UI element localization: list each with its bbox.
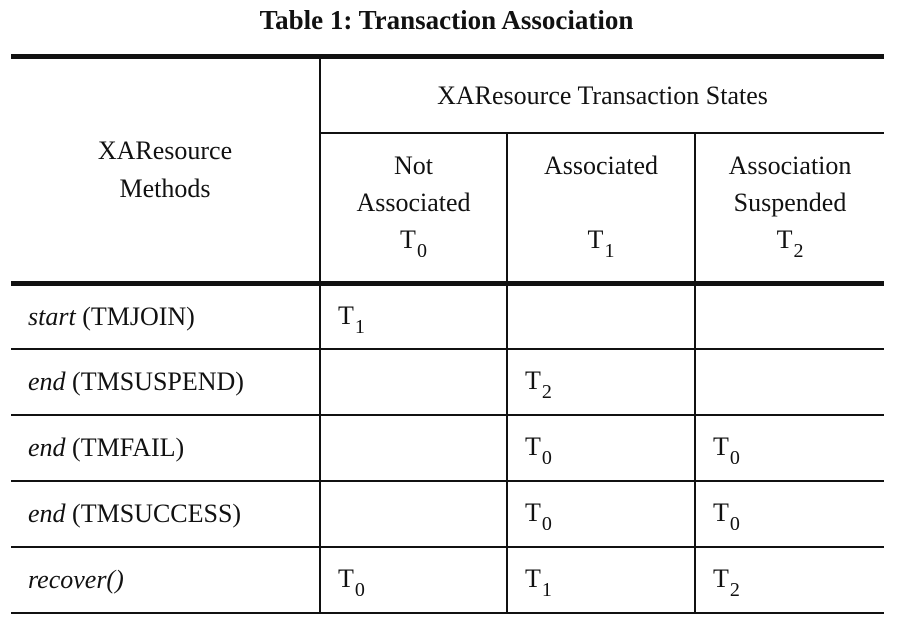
table-row: recover() T0 T1 T2 (11, 546, 885, 613)
method-cell: recover() (11, 546, 321, 613)
table-row: start (TMJOIN) T1 (11, 283, 884, 349)
cell-symbol: T0 (338, 564, 365, 601)
method-name: recover() (28, 565, 124, 594)
state-header-line2 (508, 184, 694, 221)
state-cell: T0 (695, 414, 885, 481)
method-cell: start (TMJOIN) (11, 283, 321, 349)
method-name: end (28, 433, 66, 462)
cell-symbol: T2 (525, 366, 552, 403)
state-cell: T1 (507, 546, 696, 613)
cell-symbol: T1 (525, 564, 552, 601)
state-cell (320, 348, 508, 415)
cell-symbol: T0 (713, 432, 740, 469)
cell-symbol-subscript: 0 (729, 447, 740, 469)
method-cell: end (TMSUSPEND) (11, 348, 321, 415)
state-header-not-associated: Not Associated T0 (320, 133, 508, 286)
method-cell: end (TMSUCCESS) (11, 480, 321, 547)
state-header-line2: Suspended (733, 188, 847, 217)
cell-symbol (713, 301, 714, 333)
cell-symbol (713, 366, 714, 398)
method-arg: (TMSUSPEND) (72, 367, 244, 396)
cell-symbol-subscript: 0 (541, 447, 552, 469)
cell-symbol-letter: T (525, 366, 541, 395)
cell-symbol: T1 (338, 300, 365, 338)
state-symbol-subscript: 1 (604, 240, 615, 262)
methods-column-header: XAResource Methods (11, 56, 321, 286)
cell-symbol-letter: T (338, 564, 354, 593)
table-row: end (TMSUSPEND) T2 (11, 348, 885, 415)
state-cell (507, 283, 696, 349)
cell-symbol-letter: T (713, 432, 729, 461)
cell-symbol: T0 (525, 432, 552, 469)
state-cell: T0 (320, 546, 508, 613)
method-name: end (28, 367, 66, 396)
state-header-line1: Not (394, 151, 433, 180)
method-name: end (28, 499, 66, 528)
state-symbol-subscript: 0 (416, 240, 427, 262)
cell-symbol-letter: T (713, 564, 729, 593)
state-cell: T2 (695, 546, 885, 613)
state-header-line1: Association (728, 151, 852, 180)
state-cell: T2 (507, 348, 696, 415)
cell-symbol-letter: T (525, 564, 541, 593)
state-cell (320, 480, 508, 547)
state-symbol: T0 (400, 221, 427, 262)
method-arg: (TMJOIN) (82, 301, 195, 331)
state-symbol-letter: T (400, 225, 416, 254)
cell-symbol: T2 (713, 564, 740, 601)
cell-symbol (338, 432, 339, 464)
state-symbol: T1 (587, 221, 615, 262)
state-cell (695, 283, 884, 349)
state-symbol: T2 (776, 221, 804, 262)
methods-header-line1: XAResource (97, 135, 233, 165)
cell-symbol-subscript: 2 (541, 381, 552, 403)
methods-header-line2: Methods (119, 173, 211, 203)
cell-symbol-letter: T (525, 432, 541, 461)
cell-symbol-subscript: 2 (729, 579, 740, 601)
state-header-line2: Associated (356, 188, 471, 217)
states-group-header: XAResource Transaction States (320, 56, 885, 134)
method-arg: (TMSUCCESS) (72, 499, 242, 528)
cell-symbol (338, 366, 339, 398)
cell-symbol-letter: T (713, 498, 729, 527)
table-title: Table 1: Transaction Association (259, 5, 634, 35)
state-cell: T0 (695, 480, 885, 547)
cell-symbol-subscript: 0 (729, 513, 740, 535)
state-header-association-suspended: Association Suspended T2 (695, 133, 885, 286)
state-cell: T0 (507, 414, 696, 481)
method-arg: (TMFAIL) (72, 433, 185, 462)
method-name: start (28, 301, 76, 331)
state-header-line1: Associated (543, 151, 659, 180)
cell-symbol-letter: T (525, 498, 541, 527)
state-header-associated: Associated T1 (507, 133, 696, 286)
cell-symbol-subscript: 0 (354, 579, 365, 601)
state-symbol-letter: T (776, 225, 793, 254)
cell-symbol: T0 (713, 498, 740, 535)
cell-symbol-subscript: 1 (354, 315, 365, 338)
cell-symbol-subscript: 0 (541, 513, 552, 535)
transaction-association-table: XAResource Methods XAResource Transactio… (11, 54, 885, 614)
table-row: end (TMFAIL) T0 T0 (11, 414, 885, 481)
cell-symbol-subscript: 1 (541, 579, 552, 601)
state-symbol-letter: T (587, 225, 604, 254)
table-row: end (TMSUCCESS) T0 T0 (11, 480, 885, 547)
method-cell: end (TMFAIL) (11, 414, 321, 481)
state-cell: T1 (320, 283, 508, 349)
cell-symbol (525, 301, 526, 333)
state-cell (695, 348, 885, 415)
cell-symbol: T0 (525, 498, 552, 535)
state-cell (320, 414, 508, 481)
cell-symbol-letter: T (338, 300, 354, 330)
state-cell: T0 (507, 480, 696, 547)
cell-symbol (338, 498, 339, 530)
state-symbol-subscript: 2 (793, 240, 804, 262)
